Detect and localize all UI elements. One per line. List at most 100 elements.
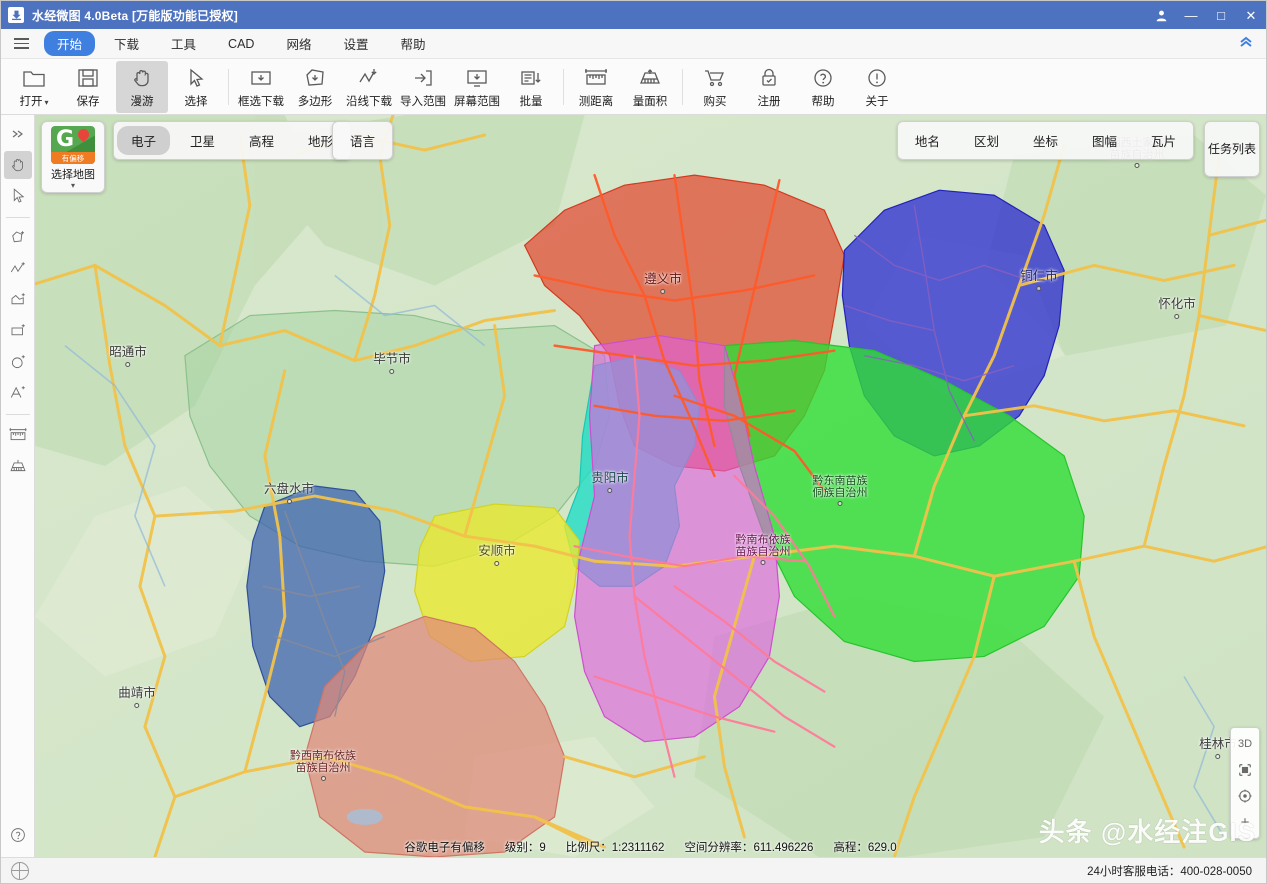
info-about-icon [865, 65, 889, 91]
toolbar-rect-download-label: 框选下载 [238, 93, 284, 109]
menu-item-tools[interactable]: 工具 [158, 31, 209, 56]
toolbar-screen-range-button[interactable]: 屏幕范围 [451, 61, 503, 113]
main-body: 昭通市毕节市遵义市铜仁市怀化市六盘水市贵阳市安顺市曲靖市桂林市湘西土家族苗族自治… [1, 115, 1266, 857]
add-text-icon[interactable] [4, 379, 32, 407]
minimize-button[interactable]: — [1176, 1, 1206, 29]
toolbar-save-button[interactable]: 保存 [62, 61, 114, 113]
maximize-button[interactable]: □ [1206, 1, 1236, 29]
tool-separator [6, 414, 30, 415]
toolbar-rect-download-button[interactable]: 框选下载 [235, 61, 287, 113]
language-panel: 语言 [332, 121, 393, 160]
toolbar-select-label: 选择 [185, 93, 208, 109]
toolbar-open-label: 打开 [19, 96, 42, 108]
measure-area-icon[interactable] [4, 452, 32, 480]
app-icon [8, 7, 24, 23]
toolbar-about-button[interactable]: 关于 [851, 61, 903, 113]
tool-pan-button[interactable] [4, 151, 32, 179]
tab-map-sheet[interactable]: 图幅 [1078, 126, 1131, 155]
tab-districts[interactable]: 区划 [960, 126, 1013, 155]
map-viewport[interactable]: 昭通市毕节市遵义市铜仁市怀化市六盘水市贵阳市安顺市曲靖市桂林市湘西土家族苗族自治… [35, 115, 1266, 857]
toolbar-buy-label: 购买 [704, 93, 727, 109]
tab-placenames[interactable]: 地名 [901, 126, 954, 155]
measure-distance-icon [583, 65, 609, 91]
google-map-icon: G 有偏移 [51, 126, 95, 164]
map-info-tabs: 地名 区划 坐标 图幅 瓦片 [897, 121, 1194, 160]
service-phone-text: 24小时客服电话：400-028-0050 [1087, 863, 1252, 879]
toolbar-register-button[interactable]: 注册 [743, 61, 795, 113]
toolbar-import-range-button[interactable]: 导入范围 [397, 61, 449, 113]
add-polyline-icon[interactable] [4, 255, 32, 283]
lock-register-icon [757, 65, 781, 91]
bottom-bar-left [11, 862, 29, 880]
shopping-cart-icon [703, 65, 727, 91]
measure-distance-icon[interactable] [4, 421, 32, 449]
save-disk-icon [76, 65, 100, 91]
tab-satellite[interactable]: 卫星 [176, 126, 229, 155]
user-account-icon[interactable] [1146, 1, 1176, 29]
toolbar-polyline-download-button[interactable]: 沿线下载 [343, 61, 395, 113]
measure-area-icon [637, 65, 663, 91]
batch-list-icon [519, 65, 543, 91]
toolbar-pan-button[interactable]: 漫游 [116, 61, 168, 113]
toolbar-measure-area-button[interactable]: 量面积 [624, 61, 676, 113]
toolbar-separator [682, 69, 683, 105]
menu-item-download[interactable]: 下载 [101, 31, 152, 56]
zoom-in-button[interactable]: + [1232, 809, 1258, 835]
locate-compass-button[interactable] [1232, 783, 1258, 809]
polygon-download-icon [303, 65, 327, 91]
menu-item-start[interactable]: 开始 [44, 31, 95, 56]
question-help-icon [811, 65, 835, 91]
menu-item-network[interactable]: 网络 [273, 31, 324, 56]
add-polygon-icon[interactable] [4, 224, 32, 252]
language-button[interactable]: 语言 [336, 126, 389, 155]
screen-range-icon [465, 65, 489, 91]
fit-extent-button[interactable] [1232, 757, 1258, 783]
tab-elevation[interactable]: 高程 [235, 126, 288, 155]
view-3d-button[interactable]: 3D [1232, 731, 1258, 757]
menu-icon[interactable] [9, 33, 33, 55]
tab-coordinates[interactable]: 坐标 [1019, 126, 1072, 155]
map-source-selector[interactable]: G 有偏移 选择地图 ▾ [41, 121, 105, 193]
map-graphics [35, 115, 1266, 857]
task-list-button[interactable]: 任务列表 [1204, 121, 1260, 177]
toolbar-pan-label: 漫游 [131, 93, 154, 109]
chevron-down-icon[interactable]: ▾ [71, 182, 75, 190]
tool-separator [6, 217, 30, 218]
toolbar: 打开▾ 保存 漫游 选择 框选下载 [1, 59, 1266, 115]
tab-electronic[interactable]: 电子 [117, 126, 170, 155]
close-button[interactable]: ✕ [1236, 1, 1266, 29]
toolbar-batch-button[interactable]: 批量 [505, 61, 557, 113]
toolbar-import-range-label: 导入范围 [400, 93, 446, 109]
menu-bar: 开始 下载 工具 CAD 网络 设置 帮助 [1, 29, 1266, 59]
map-pin-icon [76, 127, 92, 143]
add-rectangle-icon[interactable] [4, 317, 32, 345]
toolbar-measure-distance-button[interactable]: 测距离 [570, 61, 622, 113]
window-title: 水经微图 4.0Beta [万能版功能已授权] [32, 7, 238, 24]
toolbar-register-label: 注册 [758, 93, 781, 109]
left-tool-strip [1, 115, 35, 857]
tab-tiles[interactable]: 瓦片 [1137, 126, 1190, 155]
add-circle-icon[interactable] [4, 348, 32, 376]
toolbar-polygon-button[interactable]: 多边形 [289, 61, 341, 113]
folder-open-icon [22, 65, 46, 91]
toolbar-help-label: 帮助 [812, 93, 835, 109]
toolbar-measure-distance-label: 测距离 [579, 93, 614, 109]
add-area-icon[interactable] [4, 286, 32, 314]
rect-download-icon [249, 65, 273, 91]
layer-type-tabs: 电子 卫星 高程 地形 [113, 121, 351, 160]
toolbar-help-button[interactable]: 帮助 [797, 61, 849, 113]
collapse-ribbon-icon[interactable] [1238, 35, 1254, 52]
toolbar-select-button[interactable]: 选择 [170, 61, 222, 113]
toolbar-open-button[interactable]: 打开▾ [8, 61, 60, 113]
google-g-glyph: G [56, 129, 74, 151]
bottom-bar: 24小时客服电话：400-028-0050 [1, 857, 1266, 883]
menu-item-cad[interactable]: CAD [215, 34, 267, 54]
expand-panel-icon[interactable] [4, 120, 32, 148]
toolbar-buy-button[interactable]: 购买 [689, 61, 741, 113]
menu-item-settings[interactable]: 设置 [330, 31, 381, 56]
menu-item-help[interactable]: 帮助 [387, 31, 438, 56]
help-icon[interactable] [4, 821, 32, 849]
tool-select-button[interactable] [4, 182, 32, 210]
toolbar-separator [563, 69, 564, 105]
map-canvas[interactable] [35, 115, 1266, 857]
